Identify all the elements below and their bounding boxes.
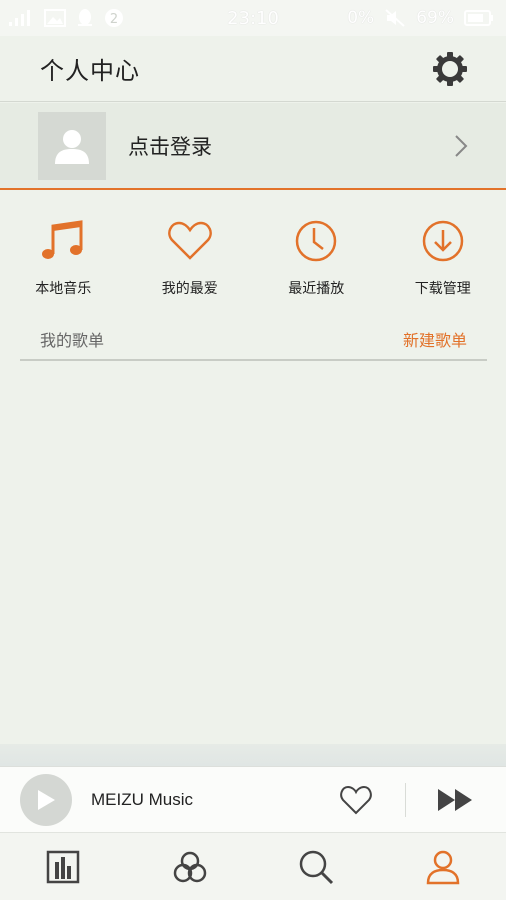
svg-text:2: 2 (110, 12, 118, 27)
signal-icon (9, 10, 30, 26)
qq-icon (78, 9, 92, 26)
quick-link-label: 本地音乐 (35, 281, 92, 297)
status-right: 0% 69% (347, 8, 494, 28)
content-shade (0, 744, 506, 766)
app-header: 个人中心 (0, 36, 506, 102)
quick-link-favorites[interactable]: 我的最爱 (127, 192, 254, 304)
heart-icon (167, 221, 212, 260)
quick-link-label: 我的最爱 (161, 281, 218, 297)
player-divider (405, 782, 406, 817)
data-rate: 0% (347, 8, 375, 28)
my-playlists-title: 我的歌单 (40, 330, 105, 350)
chevron-right-icon (455, 134, 468, 157)
avatar (38, 111, 106, 180)
next-track-icon[interactable] (436, 786, 476, 814)
tab-discover[interactable] (127, 833, 254, 900)
play-icon (38, 789, 55, 810)
status-left: 2 (8, 8, 124, 28)
favorite-heart-icon[interactable] (339, 783, 373, 817)
clock-icon (296, 220, 337, 262)
person-icon (426, 850, 460, 884)
quick-link-recent[interactable]: 最近播放 (253, 192, 380, 304)
battery-icon (464, 10, 493, 26)
login-row[interactable]: 点击登录 (0, 103, 506, 190)
battery-percent: 69% (416, 8, 454, 28)
mute-icon (385, 9, 405, 27)
search-icon (300, 850, 334, 884)
quick-link-label: 下载管理 (414, 281, 471, 297)
status-bar: 2 23:10 0% 69% (0, 0, 506, 36)
quick-link-downloads[interactable]: 下载管理 (380, 192, 506, 304)
mini-player: MEIZU Music (0, 766, 506, 832)
tab-search[interactable] (253, 833, 380, 900)
quick-links: 本地音乐 我的最爱 最近播放 下载管理 (0, 192, 506, 304)
login-label: 点击登录 (128, 134, 212, 159)
download-icon (422, 220, 463, 262)
bar-chart-icon (47, 850, 80, 883)
new-playlist-button[interactable]: 新建歌单 (403, 327, 467, 351)
settings-gear-icon[interactable] (432, 51, 468, 87)
playlist-section-header: 我的歌单 新建歌单 (20, 318, 487, 361)
image-icon (44, 9, 66, 27)
quick-link-local-music[interactable]: 本地音乐 (0, 192, 127, 304)
now-playing-title[interactable]: MEIZU Music (91, 790, 339, 810)
music-note-icon (42, 220, 83, 259)
status-time: 23:10 (227, 7, 279, 29)
play-button[interactable] (20, 773, 72, 826)
tab-profile[interactable] (380, 833, 506, 900)
tab-charts[interactable] (0, 833, 127, 900)
circles-icon (173, 851, 206, 882)
bottom-tab-bar (0, 832, 506, 900)
page-title: 个人中心 (40, 57, 140, 85)
quick-link-label: 最近播放 (288, 281, 345, 297)
default-avatar-icon (55, 129, 89, 164)
notification-badge-icon: 2 (105, 9, 123, 27)
